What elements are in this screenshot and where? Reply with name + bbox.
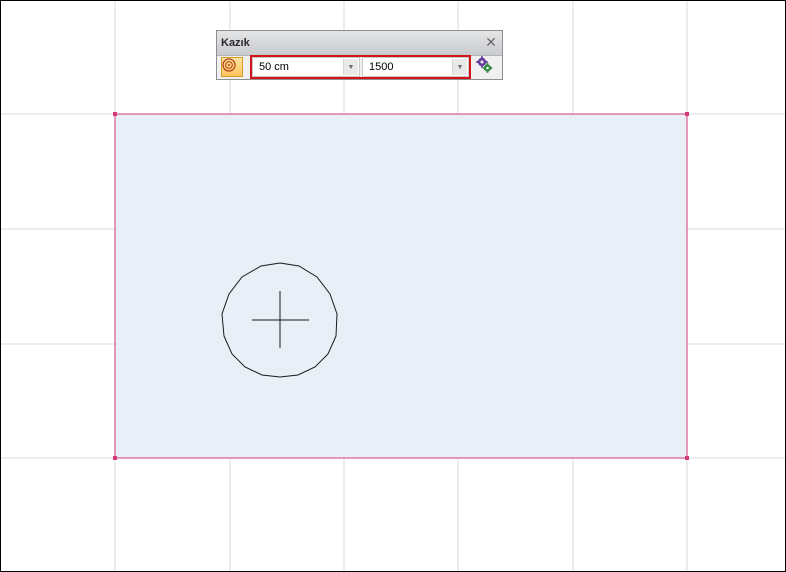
chevron-down-icon[interactable]: ▼ <box>343 59 358 75</box>
length-dropdown[interactable]: 1500 ▼ <box>362 57 469 77</box>
drawing-canvas[interactable]: Kazık ✕ 50 cm ▼ 1500 ▼ <box>0 0 786 572</box>
pile-toolbar[interactable]: Kazık ✕ 50 cm ▼ 1500 ▼ <box>216 30 503 80</box>
pile-type-button[interactable] <box>221 57 243 77</box>
toolbar-title: Kazık <box>221 37 250 49</box>
plan-view[interactable] <box>1 1 785 571</box>
length-value: 1500 <box>369 61 394 73</box>
slab-area[interactable] <box>114 113 688 459</box>
pile-circle-icon <box>222 58 236 72</box>
close-icon[interactable]: ✕ <box>484 34 498 50</box>
toolbar-header[interactable]: Kazık ✕ <box>217 31 502 56</box>
diameter-value: 50 cm <box>259 61 289 73</box>
settings-button[interactable] <box>474 56 498 78</box>
gears-icon <box>476 56 493 73</box>
diameter-dropdown[interactable]: 50 cm ▼ <box>252 57 360 77</box>
chevron-down-icon[interactable]: ▼ <box>452 59 467 75</box>
